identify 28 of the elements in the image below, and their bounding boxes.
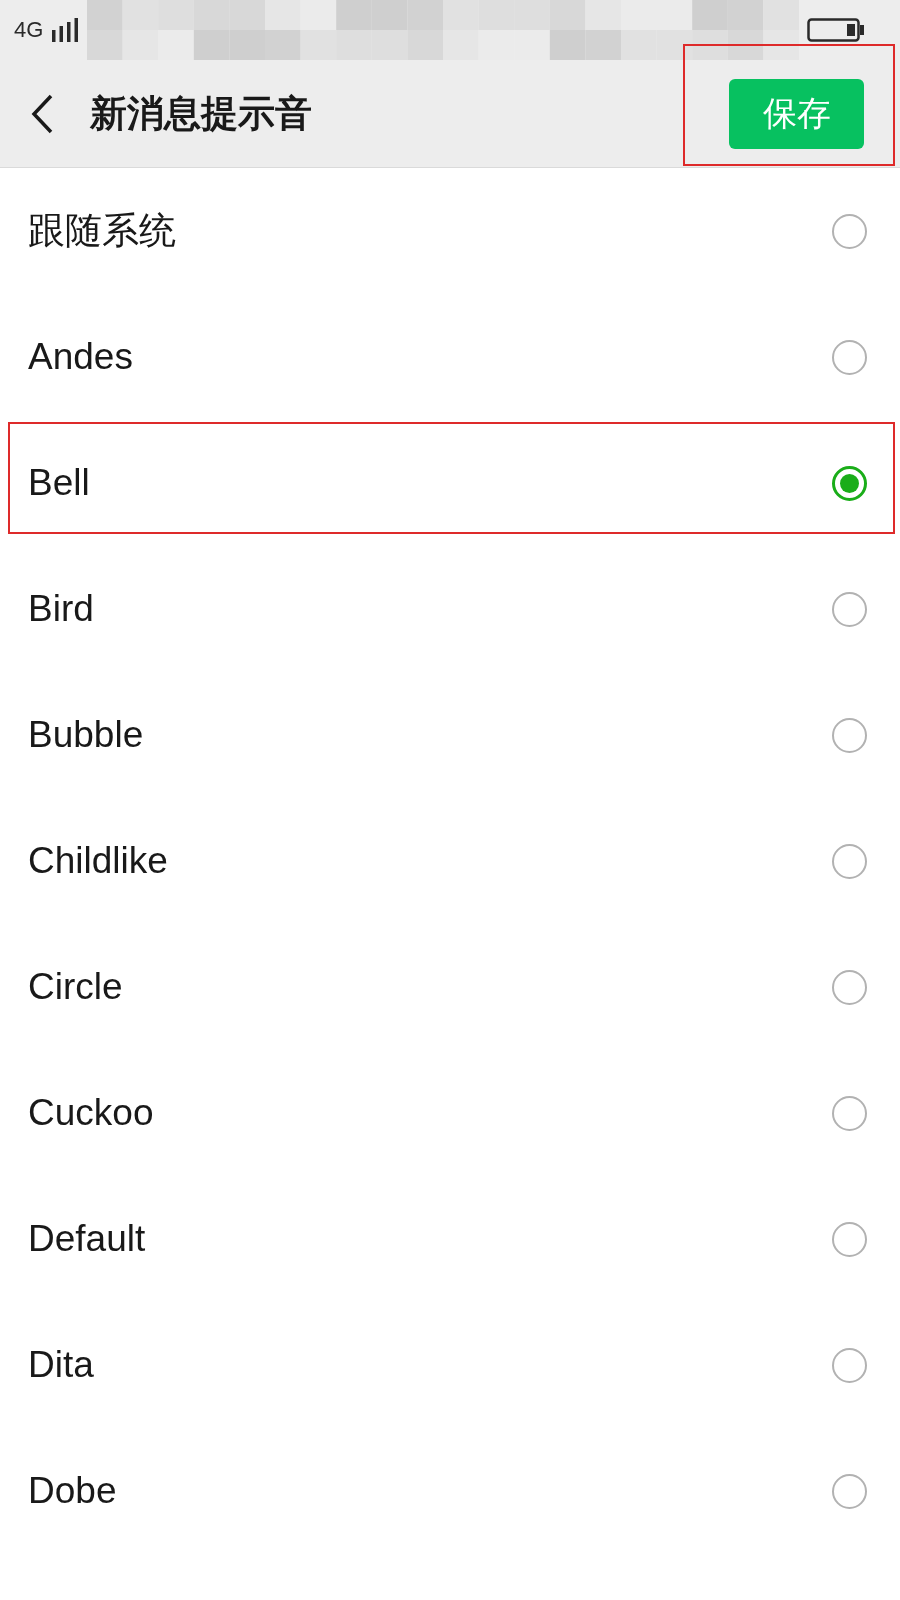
option-label: 跟随系统	[28, 209, 176, 253]
radio-button[interactable]	[832, 1095, 867, 1131]
option-label: Andes	[28, 336, 133, 378]
radio-button[interactable]	[832, 339, 867, 375]
option-label: Default	[28, 1218, 146, 1260]
back-icon[interactable]	[30, 93, 54, 134]
option-label: Bell	[28, 462, 90, 504]
radio-button[interactable]	[832, 843, 867, 879]
radio-button[interactable]	[832, 213, 867, 249]
save-button[interactable]: 保存	[729, 78, 864, 149]
signal-icon	[51, 18, 80, 42]
option-label: Bird	[28, 588, 94, 630]
option-label: Dita	[28, 1344, 94, 1386]
page-title: 新消息提示音	[90, 91, 312, 136]
option-label: Childlike	[28, 840, 168, 882]
battery-icon	[807, 18, 866, 42]
radio-button[interactable]	[832, 465, 867, 501]
radio-button[interactable]	[832, 717, 867, 753]
radio-button[interactable]	[832, 1473, 867, 1509]
option-label: Bubble	[28, 714, 144, 756]
option-label: Circle	[28, 966, 123, 1008]
network-type: 4G	[14, 17, 44, 43]
option-label: Cuckoo	[28, 1092, 154, 1134]
radio-button[interactable]	[832, 1347, 867, 1383]
radio-button[interactable]	[832, 969, 867, 1005]
option-label: Dobe	[28, 1470, 117, 1512]
radio-button[interactable]	[832, 591, 867, 627]
radio-button[interactable]	[832, 1221, 867, 1257]
